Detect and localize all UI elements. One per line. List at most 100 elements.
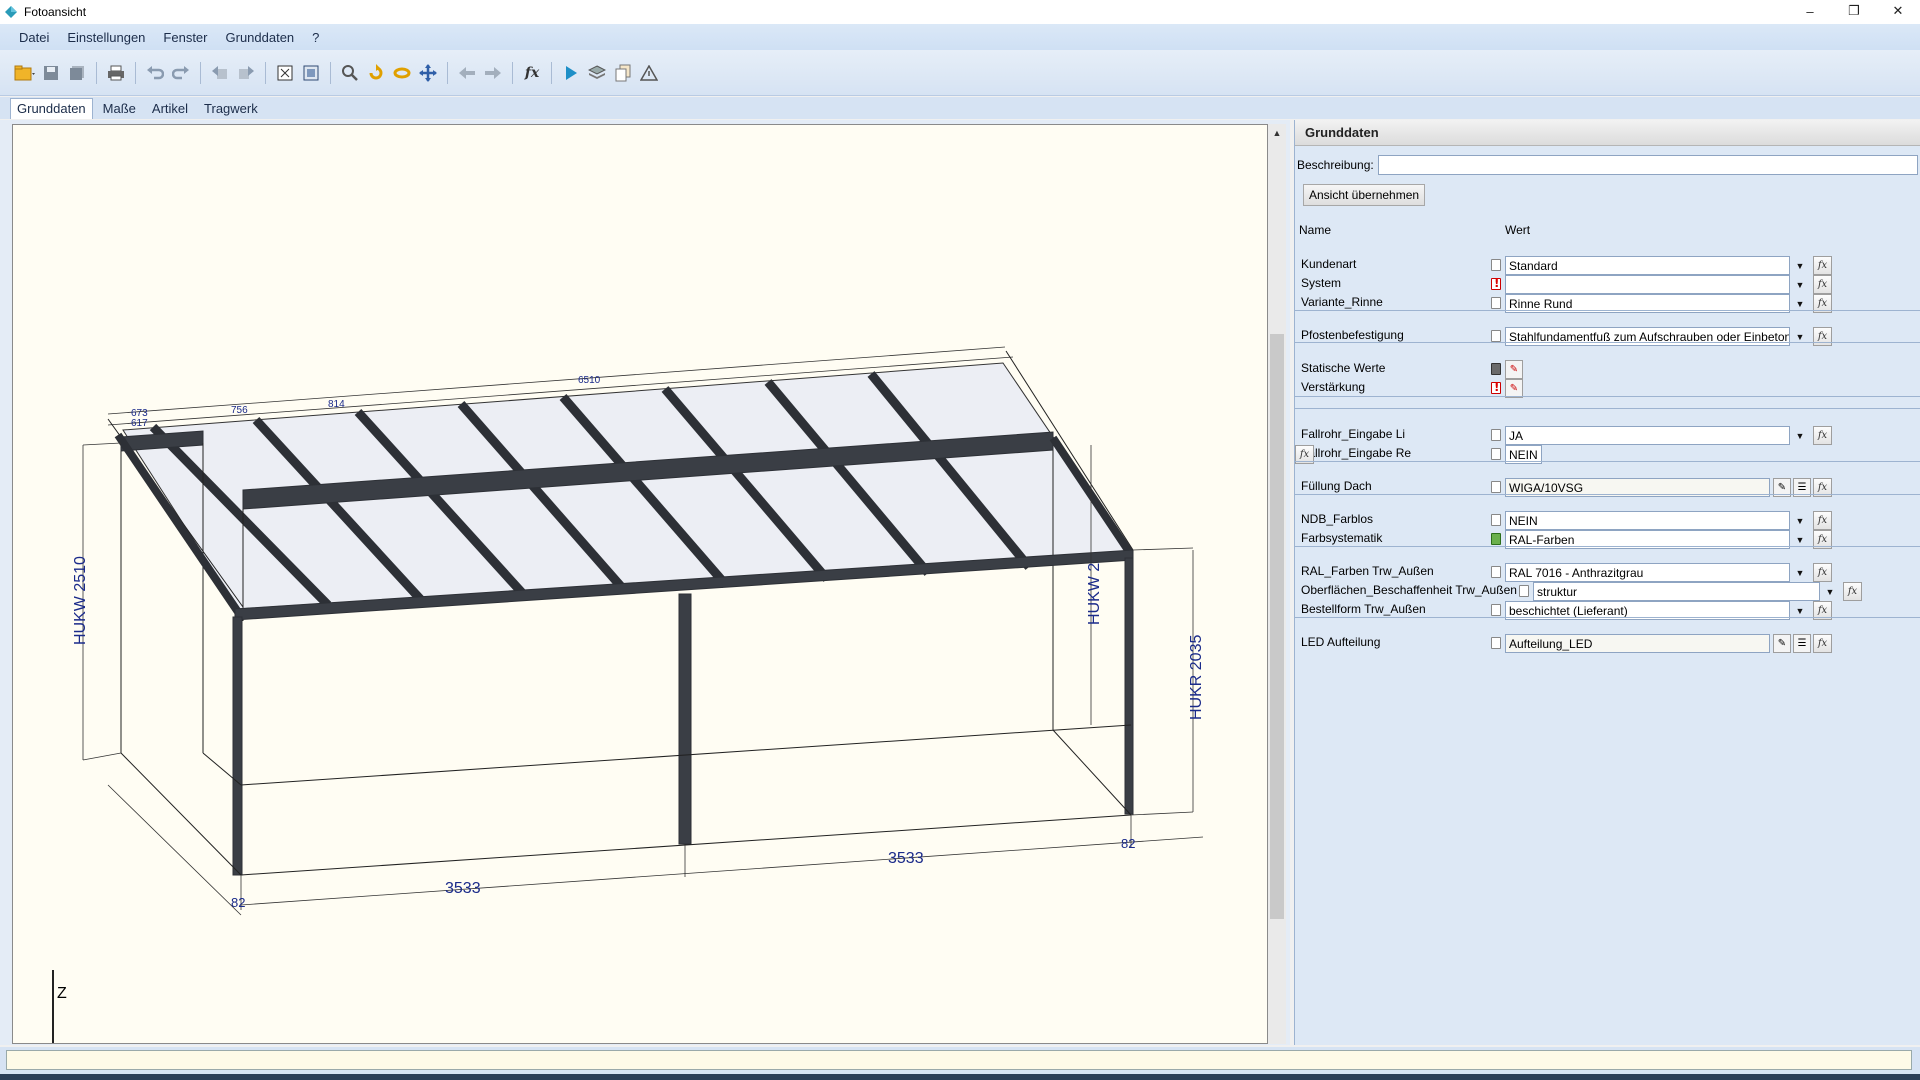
toolbar: fx bbox=[0, 50, 1920, 96]
dim-width-left: 3533 bbox=[445, 880, 481, 897]
chevron-down-icon[interactable]: ▼ bbox=[1793, 564, 1807, 581]
redo-step-icon[interactable] bbox=[234, 61, 258, 85]
scroll-up-icon[interactable]: ▲ bbox=[1268, 124, 1286, 142]
chevron-down-icon[interactable]: ▼ bbox=[1823, 583, 1837, 600]
formula-button[interactable]: fx bbox=[1813, 634, 1832, 653]
undo-icon[interactable] bbox=[143, 61, 167, 85]
checkbox[interactable] bbox=[1491, 566, 1501, 578]
column-value-header: Wert bbox=[1505, 223, 1531, 237]
rotate-icon[interactable] bbox=[364, 61, 388, 85]
status-bar bbox=[0, 1047, 1920, 1080]
menu-grunddaten[interactable]: Grunddaten bbox=[217, 30, 304, 45]
checkbox[interactable] bbox=[1491, 297, 1501, 309]
3d-viewport[interactable]: .thin { stroke:#222; stroke-width:1; fil… bbox=[12, 124, 1268, 1044]
save-icon[interactable] bbox=[39, 61, 63, 85]
property-name: Fallrohr_Eingabe Li bbox=[1301, 427, 1406, 441]
chevron-down-icon[interactable]: ▼ bbox=[1793, 427, 1807, 444]
checkbox[interactable] bbox=[1491, 429, 1501, 441]
folder-open-icon[interactable] bbox=[13, 61, 37, 85]
toolbar-separator bbox=[551, 61, 552, 84]
toolbar-separator bbox=[265, 61, 266, 84]
play-icon[interactable] bbox=[559, 61, 583, 85]
property-value[interactable]: Stahlfundamentfuß zum Aufschrauben oder … bbox=[1505, 327, 1790, 346]
dim-width-right: 3533 bbox=[888, 850, 924, 867]
print-icon[interactable] bbox=[104, 61, 128, 85]
apply-view-button[interactable]: Ansicht übernehmen bbox=[1303, 184, 1426, 206]
forward-icon[interactable] bbox=[481, 61, 505, 85]
scroll-thumb[interactable] bbox=[1270, 334, 1284, 919]
chevron-down-icon[interactable]: ▼ bbox=[1793, 276, 1807, 293]
property-name: Fallrohr_Eingabe Re bbox=[1301, 446, 1412, 460]
menu-datei[interactable]: Datei bbox=[10, 30, 58, 45]
undo-step-icon[interactable] bbox=[208, 61, 232, 85]
properties-panel: Grunddaten Beschreibung: Ansicht überneh… bbox=[1294, 120, 1920, 1045]
warning-icon[interactable] bbox=[1491, 380, 1501, 394]
view-icon[interactable] bbox=[299, 61, 323, 85]
description-input[interactable] bbox=[1377, 155, 1918, 175]
status-field bbox=[6, 1050, 1912, 1070]
clipboard-icon[interactable] bbox=[1491, 363, 1501, 375]
group-separator bbox=[1295, 396, 1920, 397]
edit-icon[interactable]: ✎ bbox=[1773, 634, 1791, 653]
formula-icon[interactable]: fx bbox=[520, 61, 544, 85]
dim-top-total: 6510 bbox=[578, 375, 601, 386]
menu-help[interactable]: ? bbox=[303, 30, 328, 45]
list-icon[interactable]: ☰ bbox=[1793, 634, 1811, 653]
warning-icon[interactable] bbox=[637, 61, 661, 85]
dim-top-c: 814 bbox=[328, 399, 345, 410]
viewport-scrollbar[interactable]: ▲ bbox=[1268, 124, 1286, 1044]
checkbox[interactable] bbox=[1491, 604, 1501, 616]
taskbar-strip bbox=[0, 1074, 1920, 1080]
checkbox[interactable] bbox=[1491, 448, 1501, 460]
group-separator bbox=[1295, 408, 1920, 409]
copy-icon[interactable] bbox=[611, 61, 635, 85]
tab-masse[interactable]: Maße bbox=[97, 99, 142, 119]
checkbox[interactable] bbox=[1491, 637, 1501, 649]
axis-label: Z bbox=[57, 985, 67, 1002]
save-all-icon[interactable] bbox=[65, 61, 89, 85]
checkbox[interactable] bbox=[1491, 514, 1501, 526]
orbit-icon[interactable] bbox=[390, 61, 414, 85]
viewport-frame: .thin { stroke:#222; stroke-width:1; fil… bbox=[0, 120, 1290, 1045]
tab-tragwerk[interactable]: Tragwerk bbox=[198, 99, 264, 119]
formula-button[interactable]: fx bbox=[1813, 327, 1832, 346]
checkbox[interactable] bbox=[1519, 585, 1529, 597]
property-value[interactable]: Aufteilung_LED bbox=[1505, 634, 1770, 653]
pan-icon[interactable] bbox=[416, 61, 440, 85]
column-name-header: Name bbox=[1299, 223, 1332, 237]
checkbox[interactable] bbox=[1491, 259, 1501, 271]
property-name: Statische Werte bbox=[1301, 361, 1386, 375]
restore-button[interactable]: ❐ bbox=[1832, 0, 1876, 22]
clipboard-green-icon[interactable] bbox=[1491, 533, 1501, 545]
toolbar-separator bbox=[512, 61, 513, 84]
checkbox[interactable] bbox=[1491, 330, 1501, 342]
redo-icon[interactable] bbox=[169, 61, 193, 85]
property-name: LED Aufteilung bbox=[1301, 635, 1381, 649]
window-title: Fotoansicht bbox=[24, 5, 87, 19]
menu-einstellungen[interactable]: Einstellungen bbox=[58, 30, 154, 45]
tab-artikel[interactable]: Artikel bbox=[146, 99, 194, 119]
dim-top-d: 617 bbox=[131, 418, 148, 429]
property-name: Variante_Rinne bbox=[1301, 295, 1383, 309]
zoom-icon[interactable] bbox=[338, 61, 362, 85]
group-separator bbox=[1295, 546, 1920, 547]
property-name: Oberflächen_Beschaffenheit Trw_Außen bbox=[1301, 583, 1517, 597]
title-bar: Fotoansicht – ❐ ✕ bbox=[0, 0, 1920, 24]
description-label: Beschreibung: bbox=[1297, 158, 1374, 172]
property-name: Verstärkung bbox=[1301, 380, 1366, 394]
group-separator bbox=[1295, 494, 1920, 495]
layers-icon[interactable] bbox=[585, 61, 609, 85]
chevron-down-icon[interactable]: ▼ bbox=[1793, 257, 1807, 274]
warning-icon[interactable] bbox=[1491, 276, 1501, 290]
menu-fenster[interactable]: Fenster bbox=[154, 30, 216, 45]
checkbox[interactable] bbox=[1491, 481, 1501, 493]
minimize-button[interactable]: – bbox=[1788, 0, 1832, 22]
tab-grunddaten[interactable]: Grunddaten bbox=[10, 98, 93, 119]
property-row: Pfostenbefestigung Stahlfundamentfuß zum … bbox=[1295, 325, 1920, 347]
fit-view-icon[interactable] bbox=[273, 61, 297, 85]
back-icon[interactable] bbox=[455, 61, 479, 85]
close-button[interactable]: ✕ bbox=[1876, 0, 1920, 22]
group-separator bbox=[1295, 342, 1920, 343]
dim-post-right: 82 bbox=[1121, 836, 1135, 851]
chevron-down-icon[interactable]: ▼ bbox=[1793, 512, 1807, 529]
